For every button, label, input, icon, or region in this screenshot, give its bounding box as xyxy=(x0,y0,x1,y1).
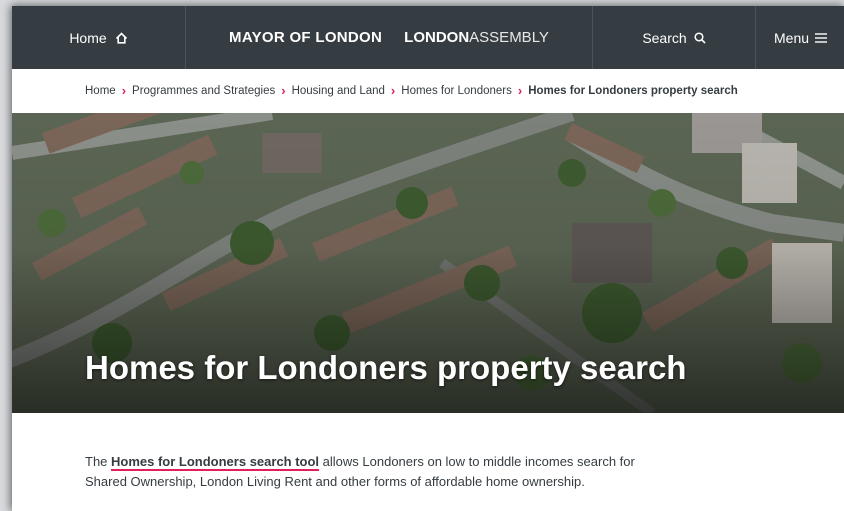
brand-logos: MAYOR OF LONDON LONDONASSEMBLY xyxy=(186,6,593,69)
home-icon xyxy=(115,31,128,44)
chevron-right-icon: › xyxy=(121,83,127,98)
search-button[interactable]: Search xyxy=(593,6,756,69)
breadcrumb-current-page: Homes for Londoners property search xyxy=(528,84,738,97)
home-label: Home xyxy=(69,29,107,46)
london-assembly-logo[interactable]: LONDONASSEMBLY xyxy=(404,29,549,46)
home-nav-link[interactable]: Home xyxy=(12,6,186,69)
top-navigation: Home MAYOR OF LONDON LONDONASSEMBLY Sear… xyxy=(12,6,844,69)
breadcrumb-home[interactable]: Home xyxy=(85,85,116,97)
intro-text-before: The xyxy=(85,454,112,469)
london-assembly-logo-light: ASSEMBLY xyxy=(469,29,549,46)
page-title: Homes for Londoners property search xyxy=(85,349,687,386)
search-label: Search xyxy=(642,29,687,46)
breadcrumb-homes-for-londoners[interactable]: Homes for Londoners xyxy=(401,85,512,97)
mayor-of-london-logo[interactable]: MAYOR OF LONDON xyxy=(229,29,382,46)
breadcrumb-housing-and-land[interactable]: Housing and Land xyxy=(292,85,385,97)
menu-button[interactable]: Menu xyxy=(756,6,844,69)
search-icon xyxy=(694,31,706,44)
breadcrumb: Home › Programmes and Strategies › Housi… xyxy=(85,84,738,97)
hero-banner: Homes for Londoners property search xyxy=(12,113,844,413)
browser-viewport: Home MAYOR OF LONDON LONDONASSEMBLY Sear… xyxy=(12,6,844,511)
london-assembly-logo-bold: LONDON xyxy=(404,29,470,46)
search-tool-link[interactable]: Homes for Londoners search tool xyxy=(111,454,320,471)
menu-label: Menu xyxy=(774,29,810,46)
hamburger-icon xyxy=(815,32,828,43)
chevron-right-icon: › xyxy=(390,83,396,98)
intro-paragraph: The Homes for Londoners search tool allo… xyxy=(85,452,645,492)
chevron-right-icon: › xyxy=(281,83,286,98)
breadcrumb-programmes-and-strategies[interactable]: Programmes and Strategies xyxy=(132,85,275,97)
chevron-right-icon: › xyxy=(517,83,523,98)
